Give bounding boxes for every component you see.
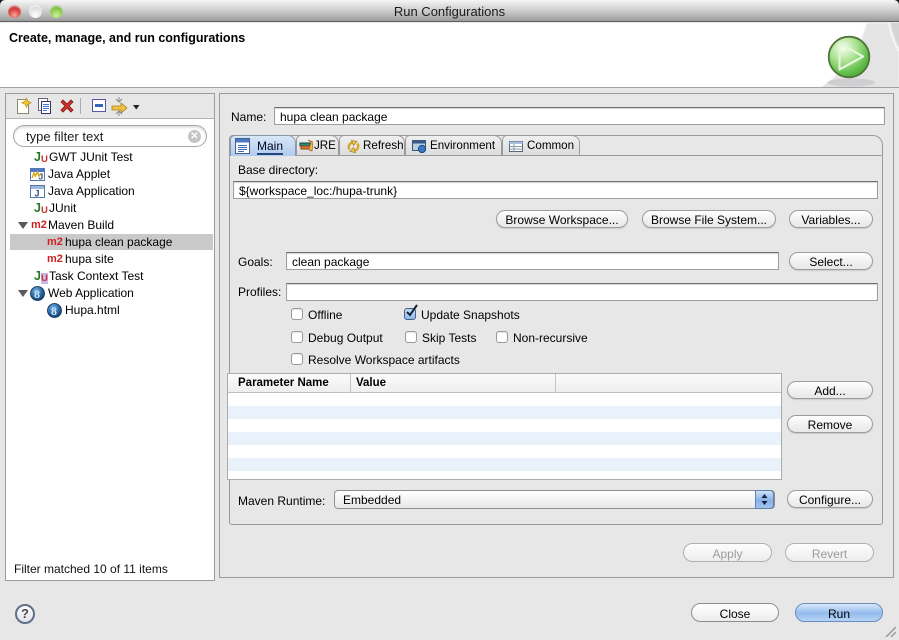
svg-text:8: 8 (51, 304, 57, 318)
svg-text:8: 8 (34, 287, 40, 301)
svg-text:J: J (39, 172, 44, 182)
svg-text:J: J (35, 189, 40, 199)
